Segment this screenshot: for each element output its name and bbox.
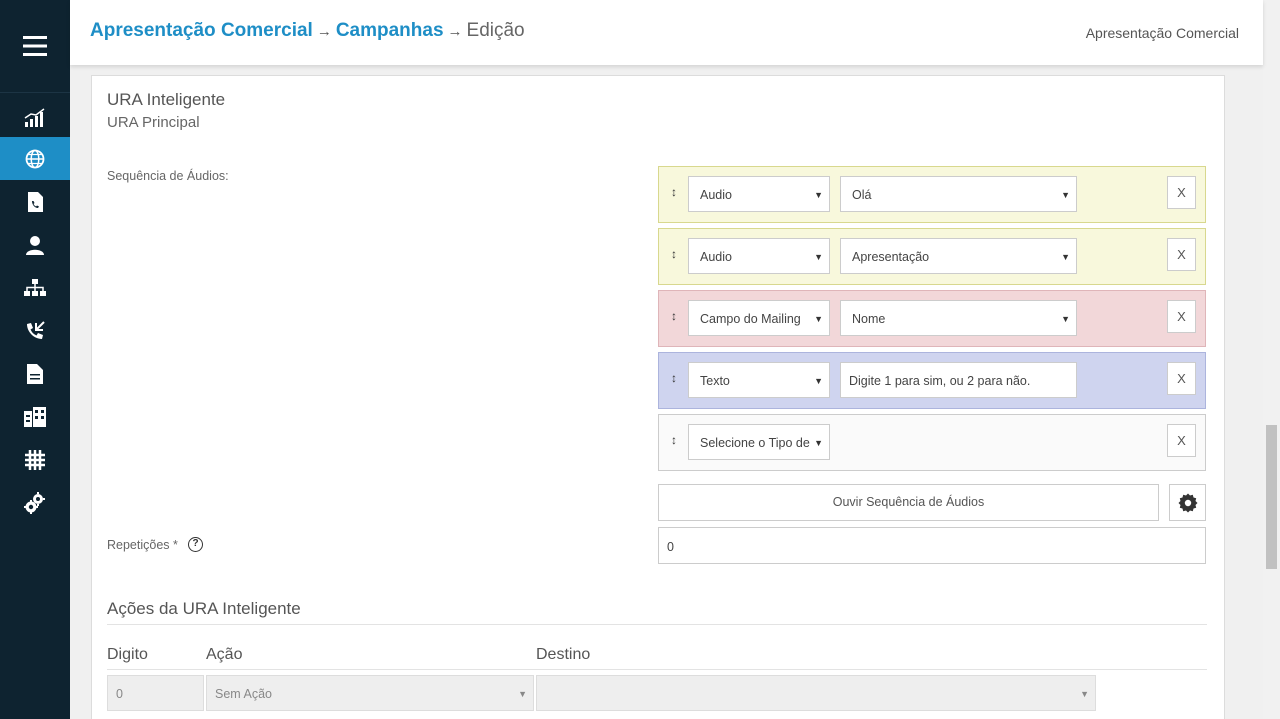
column-header-destination: Destino	[536, 646, 591, 663]
caret-down-icon: ▼	[1061, 314, 1070, 324]
audio-type-select[interactable]: Audio ▼	[688, 176, 830, 212]
caret-down-icon: ▼	[814, 376, 823, 386]
tts-text-input[interactable]: Digite 1 para sim, ou 2 para não.	[840, 362, 1077, 398]
sidebar-item-settings[interactable]	[0, 481, 70, 524]
breadcrumb: Apresentação Comercial → Campanhas → Edição	[90, 20, 525, 42]
drag-handle-icon[interactable]: ↕	[671, 371, 677, 385]
audio-type-select[interactable]: Audio ▼	[688, 238, 830, 274]
ura-edit-panel: URA Inteligente URA Principal Sequência …	[91, 75, 1225, 719]
scrollbar-thumb[interactable]	[1266, 425, 1277, 569]
remove-row-button[interactable]: X	[1167, 362, 1196, 395]
breadcrumb-separator: →	[447, 23, 463, 40]
repetitions-input[interactable]: 0	[658, 527, 1206, 564]
caret-down-icon: ▼	[1061, 252, 1070, 262]
sidebar-item-structure[interactable]	[0, 266, 70, 309]
drag-handle-icon[interactable]: ↕	[671, 309, 677, 323]
audio-type-select[interactable]: Selecione o Tipo de ▼	[688, 424, 830, 460]
sidebar-item-reports[interactable]	[0, 96, 70, 139]
breadcrumb-separator: →	[316, 23, 332, 40]
caret-down-icon: ▼	[1080, 689, 1089, 699]
audio-sequence-row: ↕ Audio ▼ Apresentação ▼ X	[658, 228, 1206, 285]
breadcrumb-current: Edição	[466, 20, 525, 41]
audio-sequence-row: ↕ Campo do Mailing ▼ Nome ▼ X	[658, 290, 1206, 347]
page-scrollbar[interactable]	[1263, 0, 1280, 719]
breadcrumb-link-presentation[interactable]: Apresentação Comercial	[90, 20, 313, 41]
divider	[107, 624, 1207, 625]
incoming-call-icon	[27, 320, 45, 339]
top-header: Apresentação Comercial → Campanhas → Edição …	[70, 0, 1263, 65]
help-icon[interactable]: ?	[188, 537, 203, 552]
sidebar-item-calls[interactable]	[0, 180, 70, 223]
user-icon	[26, 235, 44, 255]
audio-type-select[interactable]: Campo do Mailing ▼	[688, 300, 830, 336]
header-company-name: Apresentação Comercial	[1085, 25, 1239, 41]
audio-sequence-row: ↕ Audio ▼ Olá ▼ X	[658, 166, 1206, 223]
remove-row-button[interactable]: X	[1167, 238, 1196, 271]
caret-down-icon: ▼	[814, 252, 823, 262]
caret-down-icon: ▼	[518, 689, 527, 699]
remove-row-button[interactable]: X	[1167, 300, 1196, 333]
column-header-action: Ação	[206, 646, 243, 663]
phone-document-icon	[28, 191, 43, 212]
audio-sequence-row: ↕ Selecione o Tipo de ▼ X	[658, 414, 1206, 471]
sidebar-item-documents[interactable]	[0, 352, 70, 395]
drag-handle-icon[interactable]: ↕	[671, 433, 677, 447]
ura-title: URA Inteligente	[107, 90, 226, 109]
file-icon	[27, 363, 43, 384]
gear-icon	[1178, 493, 1197, 512]
caret-down-icon: ▼	[1061, 190, 1070, 200]
audio-value-select[interactable]: Apresentação ▼	[840, 238, 1077, 274]
caret-down-icon: ▼	[814, 438, 823, 448]
building-icon	[24, 406, 46, 427]
sidebar	[0, 0, 70, 719]
sequence-settings-button[interactable]	[1169, 484, 1206, 521]
digit-input: 0	[107, 675, 204, 711]
sidebar-item-campaigns[interactable]	[0, 137, 70, 180]
repetitions-label: Repetições *	[107, 538, 178, 552]
destination-select: ▼	[536, 675, 1096, 711]
mailing-field-select[interactable]: Nome ▼	[840, 300, 1077, 336]
listen-sequence-button[interactable]: Ouvir Sequência de Áudios	[658, 484, 1159, 521]
audio-value-select[interactable]: Olá ▼	[840, 176, 1077, 212]
breadcrumb-link-campaigns[interactable]: Campanhas	[336, 20, 444, 41]
hamburger-icon	[23, 36, 47, 56]
action-select: Sem Ação ▼	[206, 675, 534, 711]
actions-title: Ações da URA Inteligente	[107, 599, 301, 618]
sidebar-item-received-calls[interactable]	[0, 309, 70, 352]
audio-sequence-row: ↕ Texto ▼ Digite 1 para sim, ou 2 para nã…	[658, 352, 1206, 409]
audio-sequence-label: Sequência de Áudios:	[107, 169, 229, 183]
caret-down-icon: ▼	[814, 190, 823, 200]
org-chart-icon	[24, 278, 46, 296]
remove-row-button[interactable]: X	[1167, 424, 1196, 457]
sidebar-item-companies[interactable]	[0, 395, 70, 438]
sidebar-item-extensions[interactable]	[0, 438, 70, 481]
divider	[107, 669, 1207, 670]
caret-down-icon: ▼	[814, 314, 823, 324]
audio-type-select[interactable]: Texto ▼	[688, 362, 830, 398]
globe-icon	[25, 149, 45, 168]
sidebar-item-users[interactable]	[0, 223, 70, 266]
hash-grid-icon	[25, 449, 45, 470]
hamburger-menu-button[interactable]	[0, 0, 70, 93]
ura-subtitle: URA Principal	[107, 114, 200, 131]
remove-row-button[interactable]: X	[1167, 176, 1196, 209]
drag-handle-icon[interactable]: ↕	[671, 247, 677, 261]
column-header-digit: Digito	[107, 646, 148, 663]
gears-icon	[24, 491, 45, 514]
drag-handle-icon[interactable]: ↕	[671, 185, 677, 199]
chart-bars-icon	[24, 107, 45, 127]
